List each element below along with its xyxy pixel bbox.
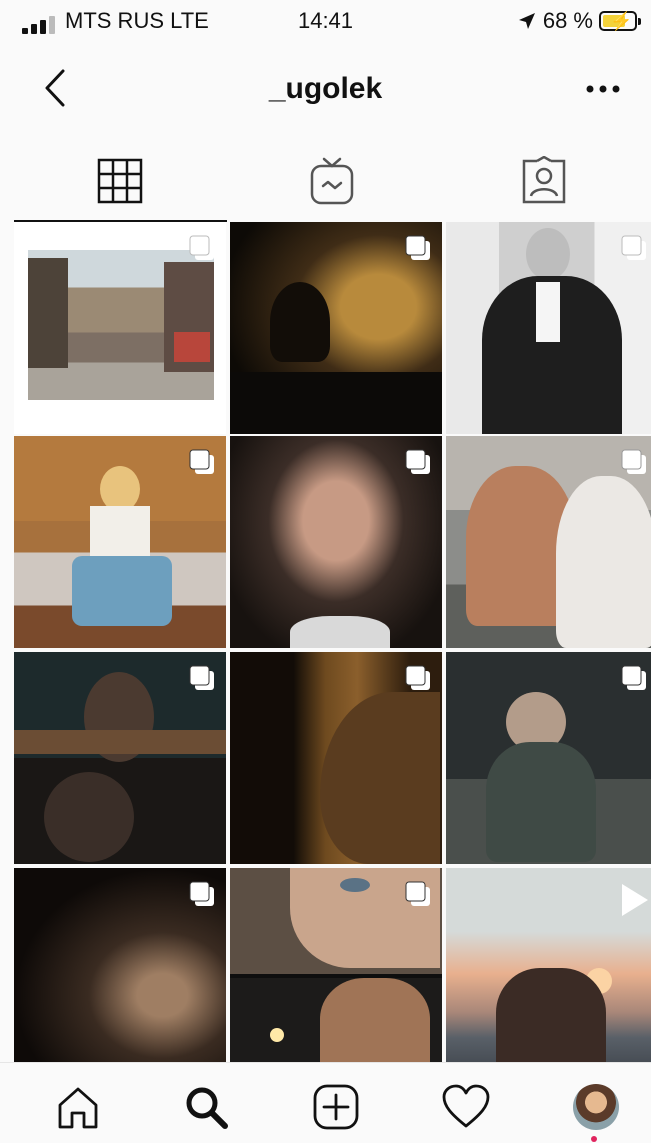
- post-tile[interactable]: [14, 436, 226, 648]
- more-horizontal-icon: [586, 85, 620, 93]
- tab-grid[interactable]: [14, 142, 226, 220]
- search-icon: [186, 1087, 228, 1129]
- tab-tagged[interactable]: [438, 142, 650, 220]
- multiple-photos-icon: [189, 881, 214, 906]
- post-tile[interactable]: [14, 222, 226, 434]
- post-tile[interactable]: [230, 652, 442, 864]
- post-tile[interactable]: [14, 868, 226, 1062]
- post-grid: [14, 222, 651, 1062]
- multiple-photos-icon: [189, 665, 214, 690]
- tagged-person-icon: [522, 156, 566, 204]
- status-bar: MTS RUS LTE 14:41 68 % ⚡: [0, 0, 651, 44]
- multiple-photos-icon: [189, 235, 214, 260]
- home-icon: [58, 1087, 98, 1129]
- battery-percent: 68 %: [542, 8, 593, 33]
- post-tile[interactable]: [446, 436, 651, 648]
- nav-home[interactable]: [48, 1081, 108, 1133]
- profile-username: _ugolek: [268, 72, 383, 105]
- profile-tabs: [14, 142, 651, 222]
- grid-icon: [97, 158, 143, 204]
- post-tile[interactable]: [446, 652, 651, 864]
- multiple-photos-icon: [621, 235, 646, 260]
- nav-profile[interactable]: [566, 1081, 626, 1133]
- status-right: 68 % ⚡: [517, 8, 641, 34]
- nav-activity[interactable]: [436, 1081, 496, 1133]
- tab-igtv[interactable]: [226, 142, 438, 220]
- multiple-photos-icon: [405, 235, 430, 260]
- igtv-icon: [310, 157, 354, 205]
- post-tile[interactable]: [14, 652, 226, 864]
- multiple-photos-icon: [405, 449, 430, 474]
- nav-search[interactable]: [176, 1081, 236, 1133]
- nav-create[interactable]: [306, 1081, 366, 1133]
- heart-icon: [442, 1084, 490, 1128]
- multiple-photos-icon: [621, 449, 646, 474]
- post-tile[interactable]: [230, 222, 442, 434]
- avatar: [573, 1084, 619, 1130]
- post-tile[interactable]: [446, 868, 651, 1062]
- location-arrow-icon: [518, 13, 535, 29]
- more-options-button[interactable]: [583, 74, 623, 104]
- bottom-nav: [0, 1062, 651, 1143]
- post-tile[interactable]: [230, 436, 442, 648]
- multiple-photos-icon: [405, 665, 430, 690]
- multiple-photos-icon: [189, 449, 214, 474]
- multiple-photos-icon: [405, 881, 430, 906]
- profile-header: _ugolek: [0, 48, 651, 132]
- add-post-icon: [313, 1084, 359, 1130]
- battery-icon: ⚡: [599, 11, 641, 31]
- post-tile[interactable]: [446, 222, 651, 434]
- video-play-icon: [622, 884, 648, 916]
- notification-dot: [591, 1136, 597, 1142]
- post-tile[interactable]: [230, 868, 442, 1062]
- multiple-photos-icon: [621, 665, 646, 690]
